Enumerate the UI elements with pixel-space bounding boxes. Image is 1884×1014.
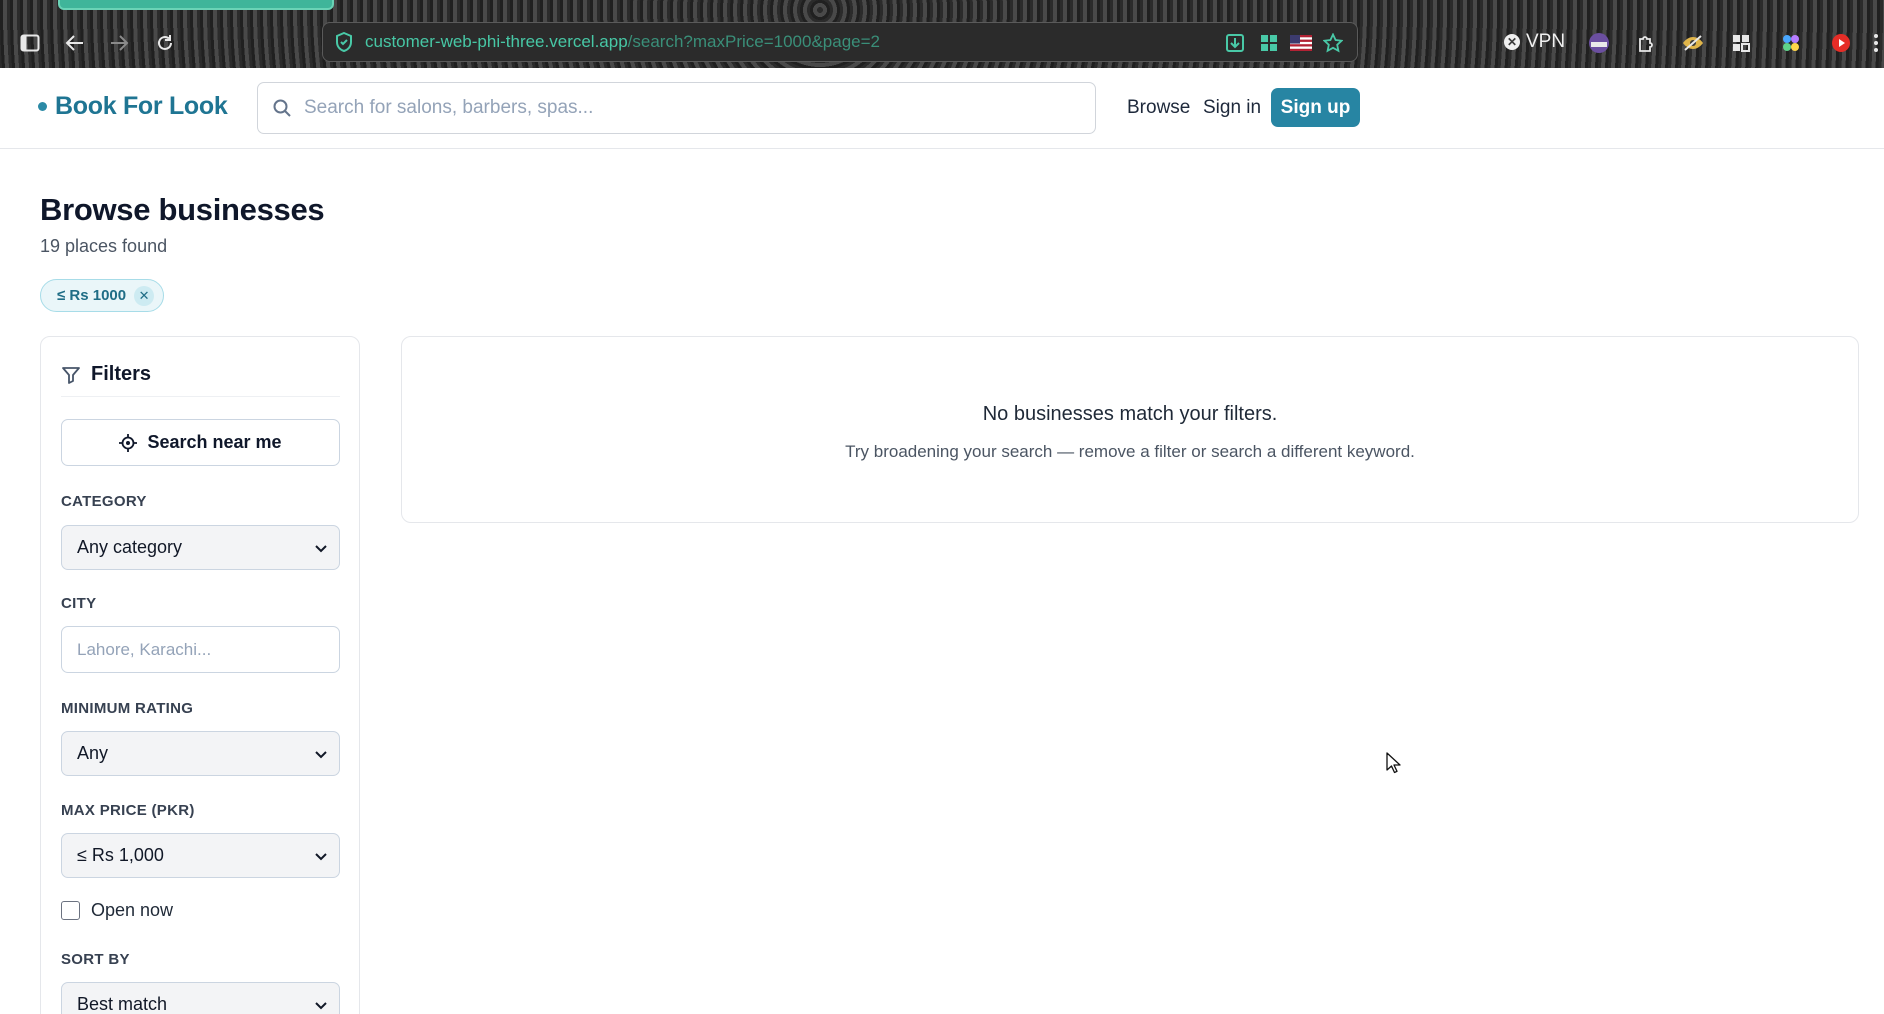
hidden-eye-icon[interactable]: [1680, 30, 1706, 56]
filters-header: Filters: [61, 363, 340, 397]
empty-subtitle: Try broadening your search — remove a fi…: [845, 442, 1415, 461]
browser-menu-icon[interactable]: [1868, 30, 1884, 56]
near-me-label: Search near me: [147, 432, 282, 452]
filters-panel: Filters Search near me CATEGORY Any cate…: [40, 336, 360, 1014]
remove-filter-icon[interactable]: ✕: [134, 285, 155, 306]
filter-funnel-icon: [62, 367, 80, 384]
vpn-label: VPN: [1526, 31, 1566, 52]
install-app-icon[interactable]: [1223, 31, 1247, 55]
browser-toolbar: customer-web-phi-three.vercel.app/search…: [0, 0, 1884, 68]
rating-label: MINIMUM RATING: [61, 700, 194, 717]
url-host: customer-web-phi-three.vercel.app: [365, 32, 628, 51]
open-now-row[interactable]: Open now: [61, 900, 173, 921]
category-value: Any category: [77, 537, 183, 557]
site-security-icon[interactable]: [335, 32, 353, 52]
colorful-extension-icon[interactable]: [1778, 30, 1804, 56]
price-value: ≤ Rs 1,000: [77, 845, 164, 865]
chevron-down-icon: [315, 853, 327, 861]
vpn-status-icon: ✕: [1504, 34, 1520, 50]
category-select[interactable]: Any category: [61, 525, 340, 570]
city-label: CITY: [61, 595, 97, 612]
sort-label: SORT BY: [61, 951, 130, 968]
puzzle-extension-icon[interactable]: [1633, 30, 1659, 56]
address-bar[interactable]: customer-web-phi-three.vercel.app/search…: [322, 22, 1358, 62]
sidebar-toggle-icon[interactable]: [13, 26, 47, 60]
price-select[interactable]: ≤ Rs 1,000: [61, 833, 340, 878]
header-search[interactable]: [257, 82, 1096, 134]
city-input[interactable]: Lahore, Karachi...: [61, 626, 340, 673]
open-now-label: Open now: [91, 900, 174, 920]
nav-browse-link[interactable]: Browse: [1127, 97, 1190, 119]
apps-grid-icon[interactable]: [1257, 31, 1281, 55]
category-label: CATEGORY: [61, 493, 147, 510]
open-now-checkbox[interactable]: [61, 901, 80, 920]
browser-active-tab[interactable]: [58, 0, 334, 10]
location-crosshair-icon: [119, 433, 138, 452]
bookmark-star-icon[interactable]: [1321, 31, 1345, 55]
vpn-button[interactable]: ✕ VPN: [1504, 30, 1565, 54]
results-count: 19 places found: [40, 236, 168, 256]
brand-name: Book For Look: [55, 92, 228, 120]
rating-select[interactable]: Any: [61, 731, 340, 776]
url-path: /search?maxPrice=1000&page=2: [627, 32, 881, 51]
chevron-down-icon: [315, 1002, 327, 1010]
search-near-me-button[interactable]: Search near me: [61, 419, 340, 466]
active-filter-chip: ≤ Rs 1000 ✕: [40, 279, 165, 312]
empty-results-card: No businesses match your filters. Try br…: [401, 336, 1859, 523]
extension-avatar-icon[interactable]: [1586, 30, 1612, 56]
chevron-down-icon: [315, 751, 327, 759]
us-flag-icon[interactable]: [1289, 31, 1313, 55]
reload-icon[interactable]: [148, 26, 182, 60]
youtube-extension-icon[interactable]: [1828, 30, 1854, 56]
page-title: Browse businesses: [40, 192, 325, 227]
rating-value: Any: [77, 743, 109, 763]
back-arrow-icon[interactable]: [58, 26, 92, 60]
site-header: Book For Look Browse Sign in Sign up: [0, 68, 1884, 149]
sort-value: Best match: [77, 994, 168, 1014]
empty-title: No businesses match your filters.: [982, 403, 1278, 425]
mouse-cursor-icon: [1386, 752, 1401, 774]
brand-dot-icon: [38, 102, 47, 111]
extensions-grid-icon[interactable]: [1728, 30, 1754, 56]
nav-signin-link[interactable]: Sign in: [1203, 97, 1261, 119]
search-input[interactable]: [304, 97, 1064, 119]
forward-arrow-icon[interactable]: [102, 26, 136, 60]
chip-label: ≤ Rs 1000: [57, 287, 127, 304]
signup-button[interactable]: Sign up: [1271, 88, 1360, 127]
brand-logo[interactable]: Book For Look: [38, 92, 228, 121]
filters-title: Filters: [91, 363, 152, 385]
price-label: MAX PRICE (PKR): [61, 802, 195, 819]
chevron-down-icon: [315, 545, 327, 553]
sort-select[interactable]: Best match: [61, 982, 340, 1014]
search-icon: [273, 99, 291, 117]
